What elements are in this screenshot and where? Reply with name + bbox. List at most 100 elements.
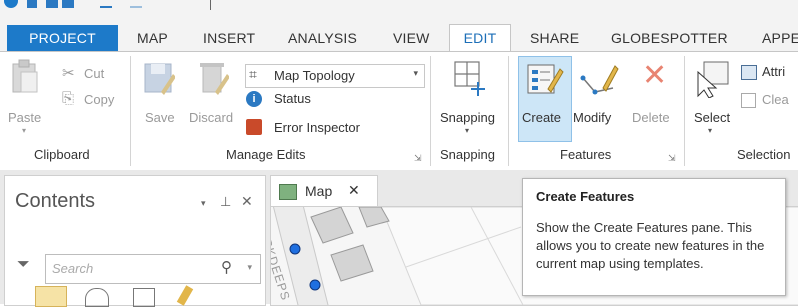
tab-globespotter[interactable]: GLOBESPOTTER (611, 30, 728, 46)
tab-insert[interactable]: INSERT (203, 30, 255, 46)
select-dropdown-icon: ▾ (708, 126, 713, 135)
error-inspector-button[interactable]: Error Inspector (246, 119, 386, 139)
snapping-icon (454, 61, 485, 96)
attributes-label: Attri (762, 64, 786, 79)
create-icon (527, 64, 564, 94)
snapping-button[interactable]: Snapping ▾ (437, 58, 503, 144)
cut-label: Cut (84, 66, 105, 81)
undo-icon[interactable] (100, 0, 112, 8)
save-edits-icon (144, 63, 175, 95)
error-inspector-icon (246, 119, 262, 135)
features-group-label: Features (560, 147, 612, 162)
new-icon[interactable] (27, 0, 37, 8)
clear-selection-button[interactable]: Clea (741, 92, 798, 112)
contents-pane: Contents ▾ ⊥ ✕ ⏷ Search ⚲ ▾ (4, 175, 266, 307)
tooltip-body: Show the Create Features pane. This allo… (536, 220, 765, 271)
list-by-source-icon[interactable] (85, 288, 109, 307)
map-point (309, 279, 321, 291)
info-icon: i (246, 91, 262, 107)
search-options-chevron-icon[interactable]: ▾ (247, 262, 252, 273)
map-topology-label: Map Topology (274, 68, 355, 83)
modify-label: Modify (573, 110, 612, 125)
list-by-selection-icon[interactable] (133, 288, 155, 307)
group-divider (508, 56, 509, 166)
qat-separator (210, 0, 211, 10)
filter-icon[interactable]: ⏷ (17, 256, 30, 274)
map-icon (279, 184, 297, 200)
clipboard-group-label: Clipboard (34, 147, 90, 162)
attributes-button[interactable]: Attri (741, 64, 798, 84)
paste-button[interactable]: Paste ▾ (8, 58, 42, 138)
create-label: Create (522, 110, 562, 125)
clear-label: Clea (762, 92, 789, 107)
select-icon (697, 61, 729, 98)
search-placeholder: Search (52, 261, 94, 276)
copy-button[interactable]: ⎘ Copy (62, 90, 122, 112)
tooltip-title: Create Features (536, 189, 635, 204)
modify-icon (580, 65, 619, 95)
delete-label: Delete (632, 110, 670, 125)
status-button[interactable]: i Status (246, 91, 356, 111)
save-icon[interactable] (62, 0, 74, 8)
redo-icon[interactable] (130, 0, 142, 8)
select-label: Select (694, 110, 731, 125)
error-inspector-label: Error Inspector (274, 120, 360, 135)
features-launcher-icon[interactable]: ⇲ (668, 153, 676, 164)
snapping-group-label: Snapping (440, 147, 495, 162)
map-point (289, 243, 301, 255)
save-edits-button[interactable]: Save (143, 58, 177, 128)
discard-label: Discard (189, 110, 234, 125)
manage-edits-launcher-icon[interactable]: ⇲ (414, 153, 422, 164)
selection-group-label: Selection (737, 147, 791, 162)
scissors-icon: ✂ (62, 65, 75, 82)
manage-edits-group-label: Manage Edits (226, 147, 306, 162)
tab-appearance[interactable]: APPE (762, 30, 798, 46)
create-features-button[interactable]: Create (518, 56, 572, 142)
project-icon[interactable] (4, 0, 18, 8)
snapping-dropdown-icon: ▾ (465, 126, 470, 135)
status-label: Status (274, 91, 311, 106)
create-features-tooltip: Create Features Show the Create Features… (522, 178, 786, 296)
contents-title: Contents (15, 190, 96, 212)
tab-map-view[interactable]: Map ✕ (270, 175, 378, 207)
close-pane-icon[interactable]: ✕ (241, 193, 253, 210)
cut-button[interactable]: ✂ Cut (62, 65, 122, 86)
tab-view[interactable]: VIEW (393, 30, 430, 46)
tab-project[interactable]: PROJECT (7, 25, 118, 51)
discard-icon (200, 63, 229, 95)
group-divider (430, 56, 431, 166)
tab-map[interactable]: MAP (137, 30, 168, 46)
tab-share[interactable]: SHARE (530, 30, 579, 46)
ribbon-tab-bar: PROJECT MAP INSERT ANALYSIS VIEW EDIT SH… (0, 20, 798, 52)
copy-icon: ⎘ (62, 90, 75, 107)
modify-features-button[interactable]: Modify (573, 58, 627, 128)
group-divider (130, 56, 131, 166)
tab-analysis[interactable]: ANALYSIS (288, 30, 357, 46)
search-icon[interactable]: ⚲ (221, 258, 232, 276)
copy-label: Copy (84, 92, 115, 107)
topology-icon: ⌗ (249, 66, 257, 82)
select-button[interactable]: Select ▾ (690, 58, 736, 144)
contents-search-input[interactable]: Search ⚲ ▾ (45, 254, 261, 284)
delete-features-button[interactable]: ✕ Delete (630, 58, 678, 128)
pane-options-icon[interactable]: ▾ (201, 198, 206, 209)
chevron-down-icon: ▾ (413, 68, 418, 78)
ribbon: Paste ▾ ✂ Cut ⎘ Copy Clipboard Save Disc… (0, 51, 798, 171)
clear-selection-icon (741, 93, 756, 108)
group-divider (684, 56, 685, 166)
close-map-tab-icon[interactable]: ✕ (348, 182, 360, 199)
paste-dropdown-icon: ▾ (22, 126, 27, 135)
snapping-label: Snapping (440, 110, 495, 125)
pin-icon[interactable]: ⊥ (220, 194, 231, 210)
table-icon (741, 65, 757, 80)
map-topology-dropdown[interactable]: ⌗ Map Topology ▾ (245, 64, 425, 88)
paste-icon (12, 59, 38, 93)
discard-button[interactable]: Discard (189, 58, 241, 128)
tab-edit[interactable]: EDIT (449, 24, 511, 52)
map-tab-label: Map (305, 183, 333, 199)
quick-access-toolbar (0, 0, 798, 20)
open-icon[interactable] (46, 0, 58, 8)
list-by-editing-icon[interactable] (176, 285, 194, 306)
delete-icon: ✕ (642, 59, 668, 92)
paste-label: Paste (8, 110, 42, 125)
